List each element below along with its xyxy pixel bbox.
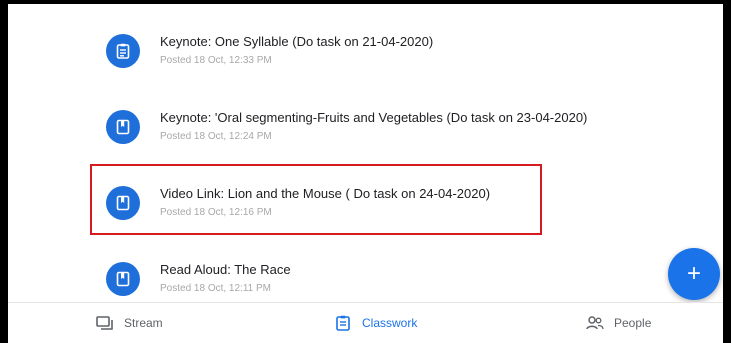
people-icon <box>586 314 604 332</box>
item-posted-date: Posted 18 Oct, 12:33 PM <box>160 55 272 66</box>
tab-people[interactable]: People <box>586 303 651 343</box>
item-posted-date: Posted 18 Oct, 12:11 PM <box>160 283 271 294</box>
list-item[interactable]: Keynote: One Syllable (Do task on 21-04-… <box>106 26 433 76</box>
bottom-navigation: Stream Classwork People <box>8 302 723 343</box>
tab-stream-label: Stream <box>124 316 163 330</box>
list-item[interactable]: Read Aloud: The Race Posted 18 Oct, 12:1… <box>106 254 291 304</box>
plus-icon: + <box>686 260 701 287</box>
item-title: Keynote: One Syllable (Do task on 21-04-… <box>160 34 434 49</box>
tab-classwork[interactable]: Classwork <box>334 303 417 343</box>
tab-classwork-label: Classwork <box>362 316 418 330</box>
assignment-icon <box>106 34 140 68</box>
item-title: Read Aloud: The Race <box>160 262 291 277</box>
highlight-box <box>90 164 542 235</box>
add-button[interactable]: + <box>668 248 720 300</box>
material-icon <box>106 262 140 296</box>
item-posted-date: Posted 18 Oct, 12:24 PM <box>160 131 272 142</box>
tab-people-label: People <box>614 316 652 330</box>
tab-stream[interactable]: Stream <box>96 303 163 343</box>
list-item[interactable]: Keynote: 'Oral segmenting-Fruits and Veg… <box>106 102 587 152</box>
material-icon <box>106 110 140 144</box>
classwork-icon <box>334 314 352 332</box>
app-frame: Keynote: One Syllable (Do task on 21-04-… <box>0 0 731 343</box>
stream-icon <box>96 314 114 332</box>
item-title: Keynote: 'Oral segmenting-Fruits and Veg… <box>160 110 588 125</box>
